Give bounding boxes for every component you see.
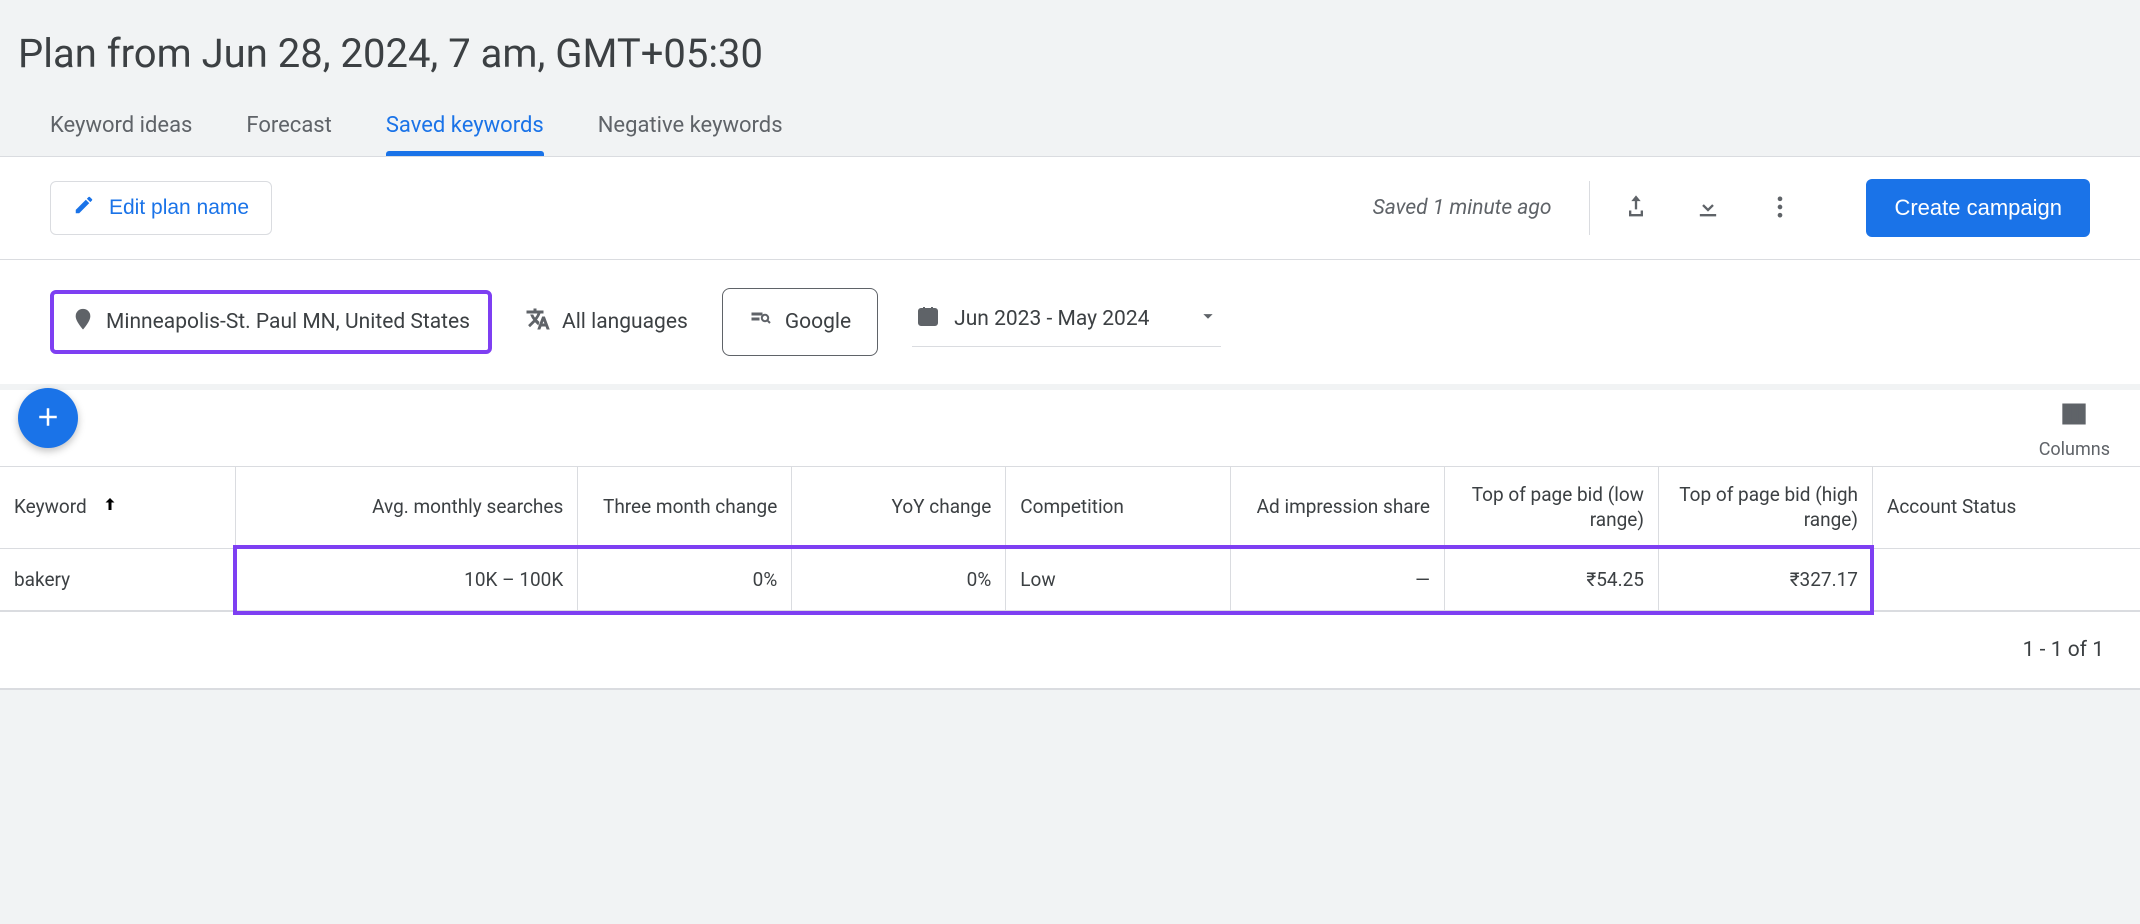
plus-icon	[33, 402, 63, 435]
plan-toolbar: Edit plan name Saved 1 minute ago Create…	[0, 157, 2140, 260]
cell-three-month: 0%	[578, 549, 792, 611]
sort-ascending-icon	[101, 495, 119, 520]
download-icon	[1694, 193, 1722, 224]
table-header-row: Keyword Avg. monthly searches Three mont…	[0, 467, 2140, 549]
col-keyword-label: Keyword	[14, 495, 87, 518]
add-keyword-fab[interactable]	[18, 388, 78, 448]
tab-keyword-ideas[interactable]: Keyword ideas	[50, 99, 192, 156]
language-filter[interactable]: All languages	[526, 307, 688, 337]
table-pagination: 1 - 1 of 1	[0, 611, 2140, 688]
col-keyword[interactable]: Keyword	[0, 467, 235, 549]
share-button[interactable]	[1610, 182, 1662, 234]
more-options-button[interactable]	[1754, 182, 1806, 234]
columns-icon	[2060, 400, 2088, 433]
calendar-icon	[916, 304, 940, 334]
col-competition[interactable]: Competition	[1006, 467, 1231, 549]
edit-plan-name-button[interactable]: Edit plan name	[50, 181, 272, 235]
filters-bar: Minneapolis-St. Paul MN, United States A…	[0, 260, 2140, 384]
search-settings-icon	[749, 307, 773, 337]
cell-avg-searches: 10K – 100K	[235, 549, 577, 611]
download-button[interactable]	[1682, 182, 1734, 234]
columns-label: Columns	[2039, 439, 2110, 460]
divider	[1589, 181, 1590, 235]
page-title: Plan from Jun 28, 2024, 7 am, GMT+05:30	[0, 0, 2140, 99]
table-row[interactable]: bakery 10K – 100K 0% 0% Low — ₹54.25 ₹32…	[0, 549, 2140, 611]
more-vert-icon	[1766, 193, 1794, 224]
edit-plan-name-label: Edit plan name	[109, 196, 249, 220]
translate-icon	[526, 307, 550, 337]
pencil-icon	[73, 194, 95, 222]
share-icon	[1622, 193, 1650, 224]
cell-ad-impression: —	[1230, 549, 1444, 611]
col-ad-impression[interactable]: Ad impression share	[1230, 467, 1444, 549]
location-filter[interactable]: Minneapolis-St. Paul MN, United States	[50, 290, 492, 354]
keywords-table: Keyword Avg. monthly searches Three mont…	[0, 466, 2140, 611]
col-three-month[interactable]: Three month change	[578, 467, 792, 549]
create-campaign-button[interactable]: Create campaign	[1866, 179, 2090, 237]
date-range-filter[interactable]: Jun 2023 - May 2024	[912, 298, 1221, 347]
tab-saved-keywords[interactable]: Saved keywords	[386, 99, 544, 156]
col-account-status[interactable]: Account Status	[1872, 467, 2140, 549]
cell-yoy: 0%	[792, 549, 1006, 611]
cell-bid-low: ₹54.25	[1444, 549, 1658, 611]
chevron-down-icon	[1199, 307, 1217, 331]
keywords-table-section: Columns Keyword Avg. monthly searches Th…	[0, 390, 2140, 690]
cell-bid-high: ₹327.17	[1658, 549, 1872, 611]
saved-status: Saved 1 minute ago	[1373, 196, 1552, 220]
tab-negative-keywords[interactable]: Negative keywords	[598, 99, 783, 156]
cell-competition: Low	[1006, 549, 1231, 611]
tab-forecast[interactable]: Forecast	[246, 99, 331, 156]
location-pin-icon	[72, 308, 94, 336]
col-bid-low[interactable]: Top of page bid (low range)	[1444, 467, 1658, 549]
col-avg-searches[interactable]: Avg. monthly searches	[235, 467, 577, 549]
cell-account-status	[1872, 549, 2140, 611]
col-yoy[interactable]: YoY change	[792, 467, 1006, 549]
search-network-filter[interactable]: Google	[722, 288, 878, 356]
date-range-label: Jun 2023 - May 2024	[954, 307, 1149, 331]
language-filter-label: All languages	[562, 310, 688, 334]
columns-button[interactable]: Columns	[2039, 400, 2110, 460]
location-filter-label: Minneapolis-St. Paul MN, United States	[106, 310, 470, 334]
cell-keyword: bakery	[0, 549, 235, 611]
col-bid-high[interactable]: Top of page bid (high range)	[1658, 467, 1872, 549]
search-network-label: Google	[785, 310, 851, 334]
plan-tabs: Keyword ideas Forecast Saved keywords Ne…	[0, 99, 2140, 157]
